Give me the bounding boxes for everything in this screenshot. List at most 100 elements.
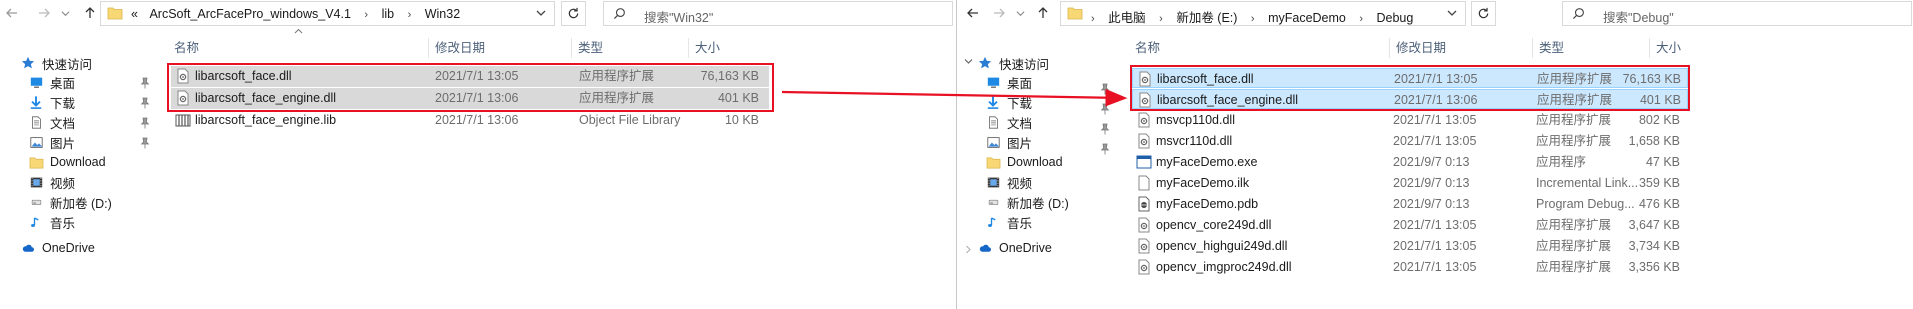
chevron-right-icon[interactable]: › (1159, 13, 1163, 25)
nav-item-videos[interactable]: 视频 (28, 172, 75, 192)
nav-item-videos[interactable]: 视频 (985, 172, 1032, 192)
nav-item-documents[interactable]: 文档 (985, 112, 1032, 132)
nav-label: 视频 (1007, 176, 1033, 191)
breadcrumb-item[interactable]: Win32 (425, 7, 460, 21)
nav-item-download-folder[interactable]: Download (28, 152, 106, 172)
chevron-down-icon[interactable] (534, 5, 548, 21)
up-button[interactable] (80, 3, 100, 23)
recent-locations-button[interactable] (58, 3, 72, 23)
nav-item-music[interactable]: 音乐 (985, 212, 1032, 232)
file-type: 应用程序扩展 (1536, 134, 1612, 148)
chevron-right-icon[interactable]: › (1091, 13, 1095, 25)
file-row[interactable]: myFaceDemo.pdb 2021/9/7 0:13 Program Debug… (1132, 194, 1688, 215)
search-box[interactable]: 搜索"Win32" (603, 1, 953, 26)
column-header-type[interactable]: 类型 (571, 38, 688, 58)
file-row[interactable]: msvcp110d.dll 2021/7/1 13:05 应用程序扩展 802 KB (1132, 110, 1688, 131)
pin-icon[interactable] (140, 117, 150, 129)
nav-item-desktop[interactable]: 桌面 (28, 72, 75, 92)
nav-item-desktop[interactable]: 桌面 (985, 72, 1032, 92)
nav-item-documents[interactable]: 文档 (28, 112, 75, 132)
star-icon (20, 55, 36, 71)
nav-item-pictures[interactable]: 图片 (985, 132, 1032, 152)
nav-item-music[interactable]: 音乐 (28, 212, 75, 232)
file-row[interactable]: myFaceDemo.ilk 2021/9/7 0:13 Incremental L… (1132, 173, 1688, 194)
nav-item-drive-d[interactable]: 新加卷 (D:) (985, 192, 1069, 212)
nav-label: 桌面 (50, 76, 76, 91)
back-button[interactable] (963, 3, 983, 23)
chevron-right-icon[interactable]: › (408, 9, 412, 21)
nav-item-downloads[interactable]: 下载 (985, 92, 1032, 112)
nav-item-onedrive[interactable]: OneDrive (977, 238, 1052, 258)
file-row[interactable]: libarcsoft_face_engine.lib 2021/7/1 13:0… (171, 110, 769, 131)
nav-item-download-folder[interactable]: Download (985, 152, 1063, 172)
search-placeholder: 搜索"Win32" (644, 11, 714, 25)
folder-icon (985, 154, 1001, 170)
file-row[interactable]: opencv_highgui249d.dll 2021/7/1 13:05 应用程序… (1132, 236, 1688, 257)
breadcrumb-item[interactable]: Debug (1377, 11, 1414, 25)
column-header-date[interactable]: 修改日期 (1389, 38, 1532, 58)
chevron-right-icon[interactable] (965, 245, 972, 254)
file-row[interactable]: opencv_core249d.dll 2021/7/1 13:05 应用程序扩展 3… (1132, 215, 1688, 236)
column-header-date[interactable]: 修改日期 (428, 38, 571, 58)
address-bar[interactable]: « ArcSoft_ArcFacePro_windows_V4.1 › lib … (100, 1, 555, 26)
breadcrumb-item[interactable]: lib (382, 7, 395, 21)
chevron-down-icon[interactable] (964, 58, 973, 65)
cloud-icon (977, 240, 993, 256)
breadcrumb-overflow[interactable]: « (131, 7, 138, 21)
explorer-window-left: « ArcSoft_ArcFacePro_windows_V4.1 › lib … (0, 0, 956, 309)
pin-icon[interactable] (1100, 143, 1110, 155)
forward-button[interactable] (34, 3, 54, 23)
up-button[interactable] (1033, 3, 1053, 23)
chevron-down-icon[interactable] (1445, 5, 1459, 21)
pin-icon[interactable] (1100, 123, 1110, 135)
breadcrumb-item[interactable]: 此电脑 (1108, 7, 1146, 26)
refresh-button[interactable] (561, 1, 586, 26)
nav-label: 文档 (50, 116, 76, 131)
pin-icon[interactable] (1100, 103, 1110, 115)
chevron-right-icon[interactable]: › (364, 9, 368, 21)
address-bar[interactable]: › 此电脑 › 新加卷 (E:) › myFaceDemo › Debug (1060, 1, 1466, 26)
nav-item-quick-access[interactable]: 快速访问 (20, 53, 92, 73)
column-header-type[interactable]: 类型 (1532, 38, 1649, 58)
explorer-window-right: › 此电脑 › 新加卷 (E:) › myFaceDemo › Debug 搜索… (957, 0, 1913, 309)
chevron-right-icon[interactable]: › (1251, 13, 1255, 25)
recent-locations-button[interactable] (1013, 3, 1027, 23)
file-row[interactable]: msvcr110d.dll 2021/7/1 13:05 应用程序扩展 1,658 K… (1132, 131, 1688, 152)
folder-icon (28, 154, 44, 170)
column-header-name[interactable]: 名称 (1129, 38, 1389, 58)
nav-item-onedrive[interactable]: OneDrive (20, 238, 95, 258)
refresh-button[interactable] (1471, 1, 1496, 26)
nav-item-pictures[interactable]: 图片 (28, 132, 75, 152)
file-type: 应用程序扩展 (1536, 113, 1612, 127)
chevron-right-icon[interactable]: › (1359, 13, 1363, 25)
file-date: 2021/9/7 0:13 (1393, 176, 1470, 190)
file-row[interactable]: opencv_imgproc249d.dll 2021/7/1 13:05 应用程序… (1132, 257, 1688, 278)
breadcrumb: « ArcSoft_ArcFacePro_windows_V4.1 › lib … (131, 7, 460, 21)
forward-button[interactable] (989, 3, 1009, 23)
pin-icon[interactable] (1100, 83, 1110, 95)
column-header-size[interactable]: 大小 (1649, 38, 1726, 58)
column-header-size[interactable]: 大小 (688, 38, 765, 58)
pin-icon[interactable] (140, 137, 150, 149)
file-name: myFaceDemo.ilk (1156, 176, 1250, 190)
breadcrumb-item[interactable]: ArcSoft_ArcFacePro_windows_V4.1 (149, 7, 350, 21)
desktop-icon (985, 74, 1001, 90)
refresh-icon (1478, 7, 1489, 19)
breadcrumb-item[interactable]: 新加卷 (E:) (1176, 7, 1237, 26)
file-row[interactable]: myFaceDemo.exe 2021/9/7 0:13 应用程序 47 KB (1132, 152, 1688, 173)
video-icon (28, 174, 44, 190)
nav-item-drive-d[interactable]: 新加卷 (D:) (28, 192, 112, 212)
nav-item-quick-access[interactable]: 快速访问 (977, 53, 1049, 73)
chevron-down-icon (61, 10, 69, 16)
back-button[interactable] (2, 3, 22, 23)
pin-icon[interactable] (140, 97, 150, 109)
pin-icon[interactable] (140, 77, 150, 89)
nav-item-downloads[interactable]: 下载 (28, 92, 75, 112)
search-box[interactable]: 搜索"Debug" (1562, 1, 1912, 26)
column-header-name[interactable]: 名称 (168, 38, 428, 58)
nav-label: 新加卷 (D:) (1007, 196, 1069, 211)
breadcrumb-item[interactable]: myFaceDemo (1268, 11, 1346, 25)
pdb-file-icon (1138, 196, 1150, 212)
highlight-box (1130, 65, 1690, 111)
breadcrumb: › 此电脑 › 新加卷 (E:) › myFaceDemo › Debug (1091, 7, 1413, 26)
